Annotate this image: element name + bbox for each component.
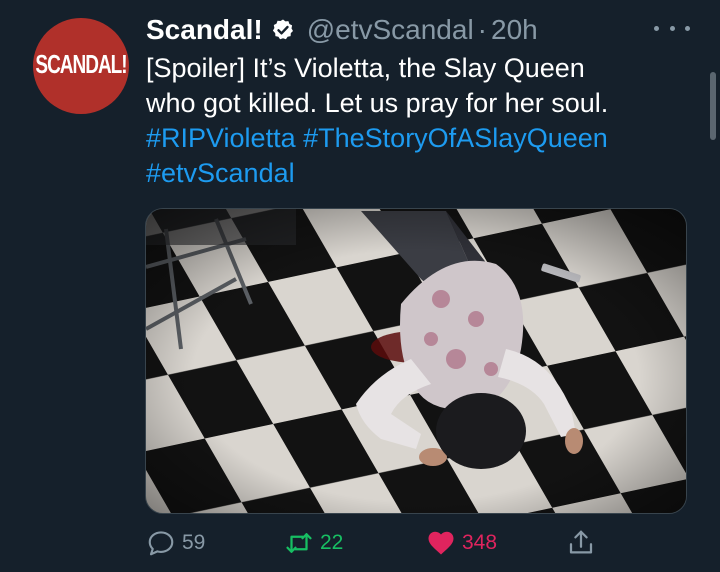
tweet-card[interactable]: SCANDAL! Scandal! @etvScandal · 20h [Spo… — [0, 0, 720, 572]
tweet-header: Scandal! @etvScandal · 20h — [146, 12, 538, 48]
separator-dot: · — [477, 14, 487, 45]
hashtag-link[interactable]: #TheStoryOfASlayQueen — [303, 123, 608, 153]
avatar-logo-text: SCANDAL! — [35, 51, 127, 80]
user-handle[interactable]: @etvScandal — [307, 14, 474, 46]
reply-count: 59 — [182, 531, 206, 554]
more-dot — [685, 25, 690, 31]
like-button[interactable]: 348 — [426, 526, 497, 560]
scrollbar[interactable] — [710, 72, 716, 140]
hashtag-link[interactable]: #RIPVioletta — [146, 123, 296, 153]
reply-icon — [148, 531, 174, 556]
retweet-icon — [286, 533, 312, 553]
display-name[interactable]: Scandal! — [146, 14, 263, 46]
like-heart-icon — [428, 531, 454, 555]
retweet-button[interactable]: 22 — [284, 526, 343, 560]
tweet-text-line: who got killed. Let us pray for her soul… — [146, 88, 609, 118]
hashtag-line: #RIPVioletta #TheStoryOfASlayQueen — [146, 121, 706, 156]
timestamp[interactable]: 20h — [491, 14, 538, 46]
more-dot — [654, 25, 659, 31]
retweet-count: 22 — [320, 531, 344, 554]
tweet-text: [Spoiler] It’s Violetta, the Slay Queen … — [146, 51, 706, 191]
hashtag-line: #etvScandal — [146, 156, 706, 191]
like-count: 348 — [462, 531, 498, 554]
hashtag-link[interactable]: #etvScandal — [146, 158, 295, 188]
more-dot — [669, 25, 675, 31]
tweet-photo[interactable] — [145, 208, 687, 514]
share-button[interactable] — [566, 526, 596, 560]
reply-button[interactable]: 59 — [146, 526, 205, 560]
more-options-icon[interactable] — [654, 16, 690, 40]
tweet-actions: 59 22 348 — [146, 526, 606, 560]
share-icon — [569, 530, 593, 554]
photo-illustration — [146, 209, 686, 513]
tweet-text-line: [Spoiler] It’s Violetta, the Slay Queen — [146, 53, 585, 83]
verified-badge-icon — [272, 19, 293, 40]
avatar[interactable]: SCANDAL! — [33, 18, 129, 114]
